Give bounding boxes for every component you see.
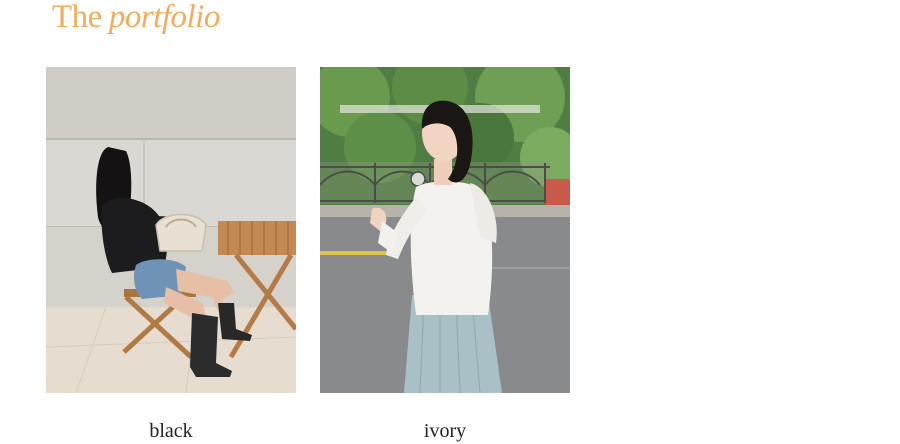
portfolio-photo-black[interactable] (46, 67, 296, 393)
portfolio-photo-ivory[interactable] (320, 67, 570, 393)
section-title-italic: portfolio (108, 0, 221, 35)
photo-ivory-illustration (320, 67, 570, 393)
section-title-plain: The (52, 0, 102, 35)
section-title: The portfolio (52, 0, 220, 37)
caption-black: black (149, 420, 193, 442)
caption-ivory: ivory (423, 420, 467, 442)
photo-black-illustration (46, 67, 296, 393)
